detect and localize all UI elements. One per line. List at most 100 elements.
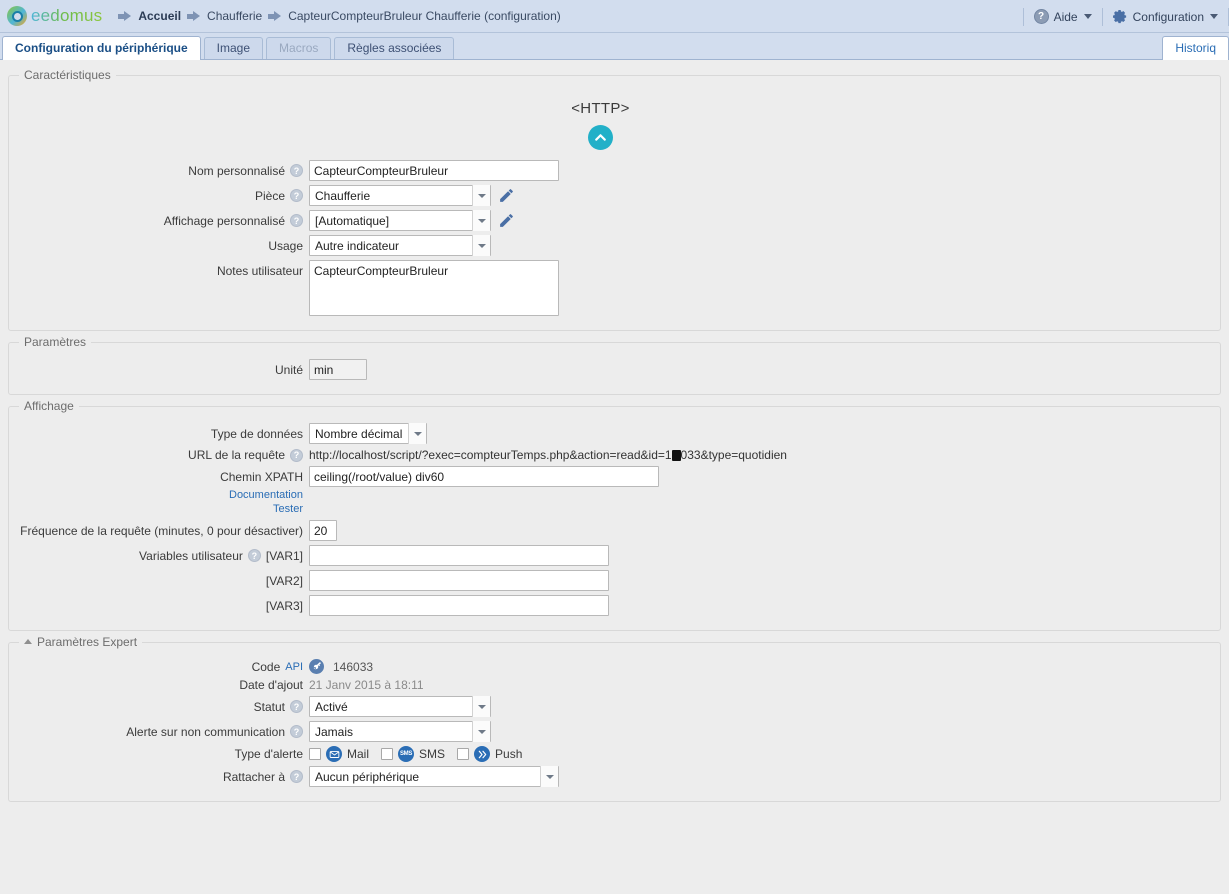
section-affichage-legend: Affichage	[24, 399, 74, 413]
alerte-non-communication-label: Alerte sur non communication ?	[9, 725, 309, 739]
tab-image[interactable]: Image	[203, 37, 264, 59]
tab-historique[interactable]: Historiq	[1162, 36, 1229, 60]
code-api-value: 146033	[333, 659, 374, 674]
device-configuration-form: Caractéristiques <HTTP> Nom personnalisé…	[0, 60, 1229, 802]
help-menu-button[interactable]: ? Aide	[1024, 9, 1102, 24]
piece-label: Pièce ?	[9, 189, 309, 203]
section-caracteristiques: Caractéristiques <HTTP> Nom personnalisé…	[8, 68, 1221, 331]
help-icon[interactable]: ?	[290, 770, 303, 783]
chevron-down-icon	[540, 766, 558, 787]
arrow-right-icon	[268, 10, 282, 22]
field-row-nom-personnalise: Nom personnalisé ?	[9, 160, 1220, 181]
arrow-right-icon	[118, 10, 132, 22]
usage-label: Usage	[268, 238, 303, 253]
field-row-type-alerte: Type d'alerte Mail SMS SMS Push	[9, 746, 1220, 762]
alerte-value: Jamais	[315, 724, 354, 739]
eedomus-ring-logo-icon	[7, 6, 27, 26]
field-row-unite: Unité	[9, 359, 1220, 380]
var3-input[interactable]	[309, 595, 609, 616]
statut-select[interactable]: Activé	[309, 696, 491, 717]
field-row-var3: [VAR3]	[9, 595, 1220, 616]
field-row-type-de-donnees: Type de données Nombre décimal	[9, 423, 1220, 444]
frequence-input[interactable]	[309, 520, 337, 541]
xpath-helper-links: Documentation Tester	[9, 488, 1220, 516]
help-icon[interactable]: ?	[290, 214, 303, 227]
chevron-down-icon	[472, 235, 490, 256]
header-actions: ? Aide Configuration	[1022, 0, 1229, 33]
var2-input[interactable]	[309, 570, 609, 591]
edit-affichage-pencil-icon[interactable]	[498, 212, 515, 229]
var3-label: [VAR3]	[265, 598, 303, 613]
type-de-donnees-select[interactable]: Nombre décimal	[309, 423, 427, 444]
help-icon[interactable]: ?	[290, 189, 303, 202]
documentation-link[interactable]: Documentation	[9, 488, 303, 502]
field-row-var2: [VAR2]	[9, 570, 1220, 591]
api-link[interactable]: API	[285, 661, 303, 673]
eedomus-logo[interactable]: eedomus	[7, 6, 102, 26]
tab-regles-associees[interactable]: Règles associées	[334, 37, 455, 59]
help-icon[interactable]: ?	[290, 164, 303, 177]
nom-personnalise-label: Nom personnalisé ?	[9, 164, 309, 178]
field-row-chemin-xpath: Chemin XPATH	[9, 466, 1220, 487]
field-row-rattacher-a: Rattacher à ? Aucun périphérique	[9, 766, 1220, 787]
chemin-xpath-label: Chemin XPATH	[220, 469, 303, 484]
chevron-up-circle-icon[interactable]	[588, 125, 613, 150]
affichage-personnalise-label: Affichage personnalisé ?	[9, 214, 309, 228]
unite-label: Unité	[274, 362, 303, 377]
gear-icon	[1112, 9, 1128, 24]
section-parametres-expert-legend[interactable]: Paramètres Expert	[19, 635, 142, 649]
rattacher-a-value: Aucun périphérique	[315, 769, 420, 784]
rattacher-a-label: Rattacher à ?	[9, 770, 309, 784]
tab-bar: Configuration du périphérique Image Macr…	[0, 33, 1229, 60]
mail-icon	[326, 746, 342, 762]
sms-checkbox[interactable]	[381, 748, 394, 760]
breadcrumb-item-device[interactable]: CapteurCompteurBruleur Chaufferie (confi…	[288, 9, 561, 23]
nom-personnalise-input[interactable]	[309, 160, 559, 181]
tester-link[interactable]: Tester	[9, 502, 303, 516]
field-row-var1: Variables utilisateur ? [VAR1]	[9, 545, 1220, 566]
mail-checkbox[interactable]	[309, 748, 321, 760]
sms-label: SMS	[419, 747, 446, 761]
help-icon: ?	[1033, 9, 1049, 24]
statut-label: Statut ?	[9, 700, 309, 714]
help-icon[interactable]: ?	[247, 549, 261, 562]
help-icon[interactable]: ?	[290, 700, 303, 713]
tab-bar-right: Historiq	[1162, 36, 1229, 60]
type-de-donnees-value: Nombre décimal	[315, 426, 403, 441]
code-api-label: Code API	[251, 659, 303, 674]
field-row-notes-utilisateur: Notes utilisateur CapteurCompteurBruleur	[9, 260, 1220, 316]
section-affichage: Affichage Type de données Nombre décimal…	[8, 399, 1221, 631]
usage-select[interactable]: Autre indicateur	[309, 235, 491, 256]
device-type-label: <HTTP>	[571, 100, 630, 117]
help-icon[interactable]: ?	[290, 448, 303, 462]
unite-input[interactable]	[309, 359, 367, 380]
push-checkbox[interactable]	[457, 748, 470, 760]
breadcrumb-item-chaufferie[interactable]: Chaufferie	[207, 9, 262, 23]
field-row-code-api: Code API 146033	[9, 659, 1220, 674]
piece-select[interactable]: Chaufferie	[309, 185, 491, 206]
breadcrumb-item-accueil[interactable]: Accueil	[138, 9, 181, 23]
affichage-personnalise-select[interactable]: [Automatique]	[309, 210, 491, 231]
chemin-xpath-input[interactable]	[309, 466, 659, 487]
chevron-down-icon	[1210, 14, 1218, 19]
help-icon[interactable]: ?	[290, 725, 303, 738]
field-row-frequence: Fréquence de la requête (minutes, 0 pour…	[9, 520, 1220, 541]
chevron-down-icon	[408, 423, 426, 444]
affichage-selected-value: [Automatique]	[315, 213, 390, 228]
arrow-right-icon	[187, 10, 201, 22]
chevron-down-icon	[472, 185, 490, 206]
configuration-menu-button[interactable]: Configuration	[1103, 9, 1228, 24]
var1-input[interactable]	[309, 545, 609, 566]
collapse-triangle-icon	[24, 639, 32, 644]
notes-utilisateur-textarea[interactable]: CapteurCompteurBruleur	[309, 260, 559, 316]
rattacher-a-select[interactable]: Aucun périphérique	[309, 766, 559, 787]
field-row-piece: Pièce ? Chaufferie	[9, 185, 1220, 206]
alerte-non-communication-select[interactable]: Jamais	[309, 721, 491, 742]
edit-piece-pencil-icon[interactable]	[498, 187, 515, 204]
url-requete-input[interactable]: http://localhost/script/?exec=compteurTe…	[309, 448, 1009, 462]
tab-configuration-du-peripherique[interactable]: Configuration du périphérique	[2, 36, 201, 60]
section-parametres-legend: Paramètres	[24, 335, 87, 349]
section-parametres: Paramètres Unité	[8, 335, 1221, 395]
field-row-alerte-non-communication: Alerte sur non communication ? Jamais	[9, 721, 1220, 742]
statut-value: Activé	[315, 699, 348, 714]
